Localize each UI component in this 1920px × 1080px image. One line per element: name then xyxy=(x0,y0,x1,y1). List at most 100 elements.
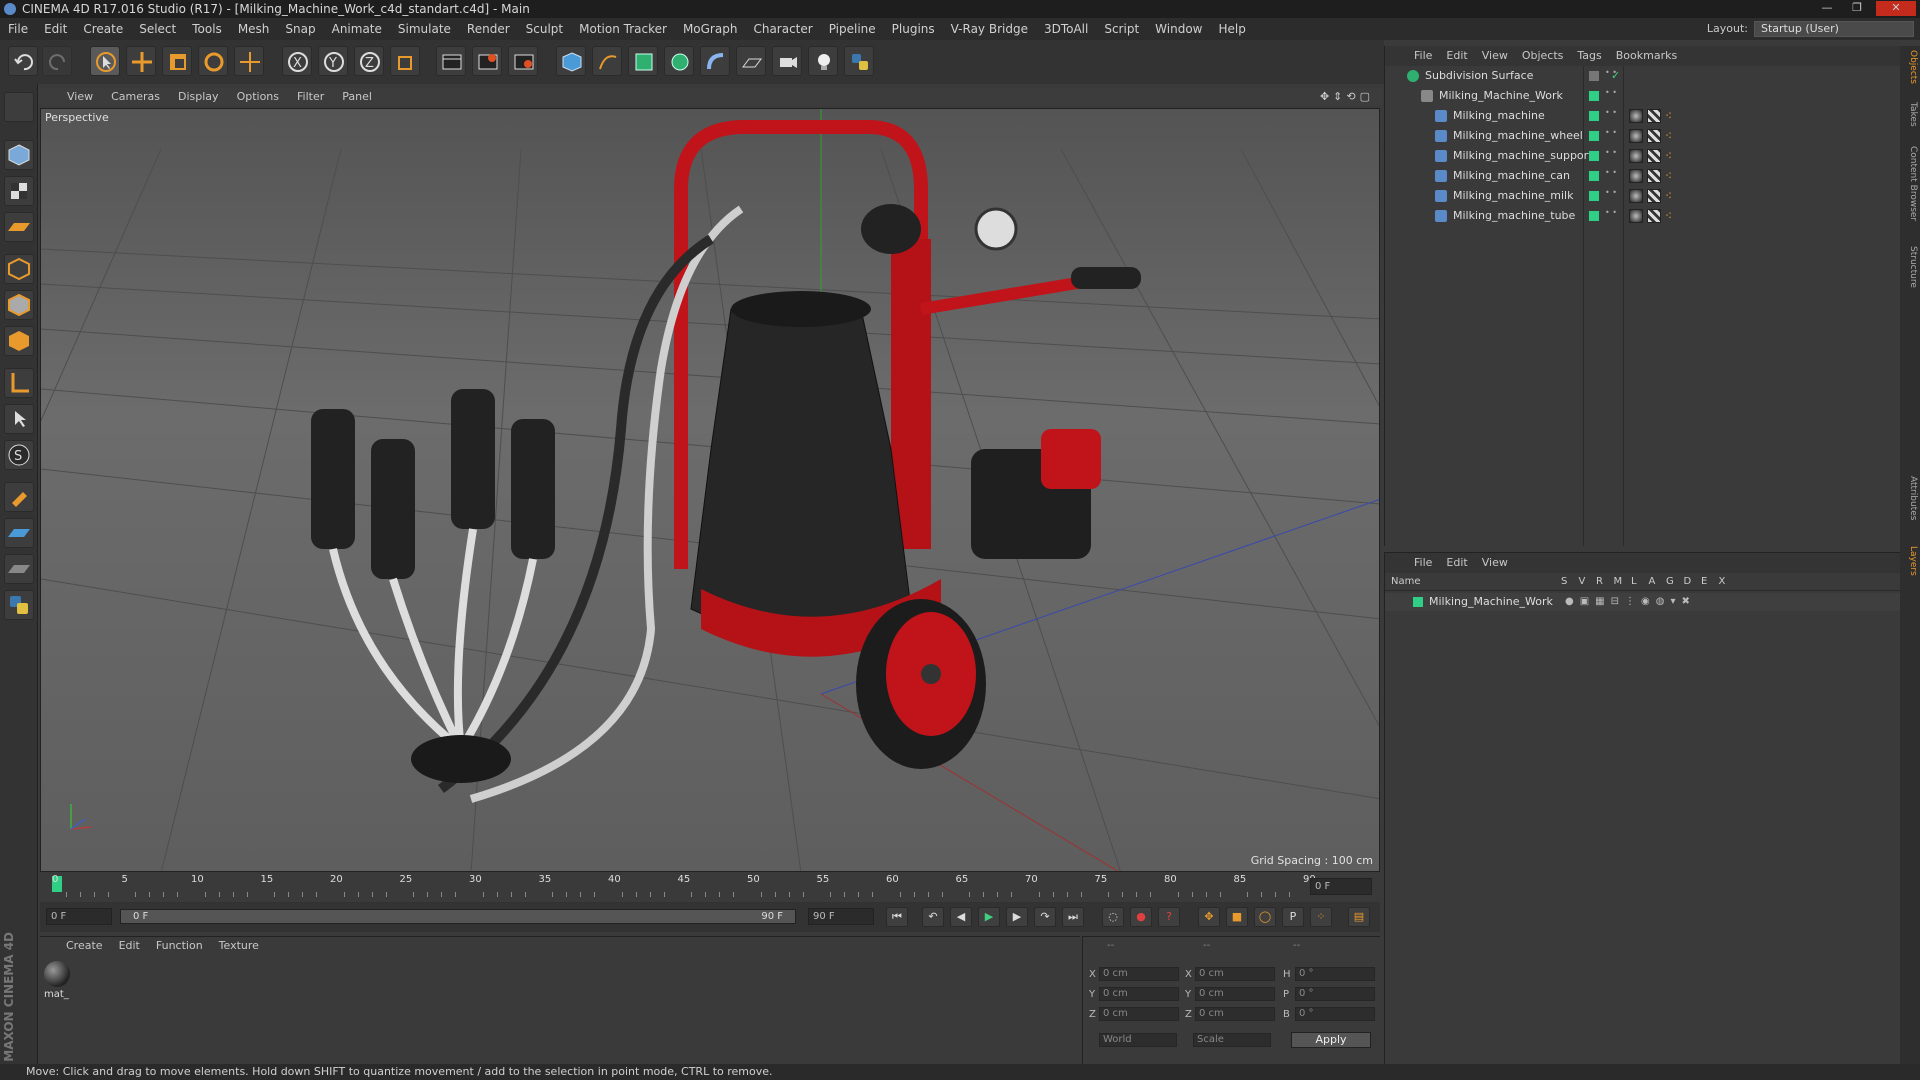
layers-column-m[interactable]: M xyxy=(1614,576,1623,587)
end-frame-field[interactable]: 90 F xyxy=(808,908,874,925)
play-icon[interactable]: ▶ xyxy=(978,907,1000,927)
texture-tag-icon[interactable] xyxy=(1647,169,1661,183)
redo-icon[interactable] xyxy=(42,46,72,76)
menu-snap[interactable]: Snap xyxy=(277,18,323,40)
model-mode-icon[interactable] xyxy=(4,140,34,170)
enable-axis-icon[interactable] xyxy=(4,368,34,398)
object-row[interactable]: Milking_machine_wheel • • ⁖ xyxy=(1385,126,1901,146)
workplane-icon[interactable] xyxy=(4,212,34,242)
key-param-icon[interactable]: P xyxy=(1282,907,1304,927)
layers-column-e[interactable]: E xyxy=(1701,576,1707,587)
objects-menu-view[interactable]: View xyxy=(1475,46,1515,66)
uvw-tag-icon[interactable]: ⁖ xyxy=(1665,106,1672,126)
visibility-toggle-icon[interactable]: • • xyxy=(1605,209,1617,217)
y-axis-lock-icon[interactable]: Y xyxy=(318,46,348,76)
coord-rot-p-field[interactable]: 0 ° xyxy=(1295,987,1375,1001)
material-tag-icon[interactable] xyxy=(1629,189,1643,203)
visibility-toggle-icon[interactable]: • • xyxy=(1605,149,1617,157)
material-menu-create[interactable]: Create xyxy=(58,937,111,955)
layers-column-r[interactable]: R xyxy=(1596,576,1603,587)
objects-menu-edit[interactable]: Edit xyxy=(1439,46,1474,66)
polygons-mode-icon[interactable] xyxy=(4,326,34,356)
coord-pos-x-field[interactable]: 0 cm xyxy=(1099,967,1179,981)
visibility-toggle-icon[interactable]: • • xyxy=(1605,169,1617,177)
layer-color-swatch[interactable] xyxy=(1589,151,1599,161)
coord-rot-b-field[interactable]: 0 ° xyxy=(1295,1007,1375,1021)
coord-world-dropdown[interactable]: World xyxy=(1099,1033,1177,1047)
object-row[interactable]: Milking_machine_can • • ⁖ xyxy=(1385,166,1901,186)
material-tag-icon[interactable] xyxy=(1629,109,1643,123)
key-position-icon[interactable]: ✥ xyxy=(1198,907,1220,927)
layers-column-a[interactable]: A xyxy=(1649,576,1656,587)
layers-column-g[interactable]: G xyxy=(1666,576,1674,587)
timeline-layout-icon[interactable]: ▤ xyxy=(1348,907,1370,927)
object-row[interactable]: Milking_Machine_Work • • xyxy=(1385,86,1901,106)
current-frame-field[interactable]: 0 F xyxy=(1310,878,1372,895)
material-tag-icon[interactable] xyxy=(1629,129,1643,143)
coord-size-y-field[interactable]: 0 cm xyxy=(1195,987,1275,1001)
layer-color-swatch[interactable] xyxy=(1589,191,1599,201)
edges-mode-icon[interactable] xyxy=(4,290,34,320)
python-script-icon[interactable] xyxy=(4,590,34,620)
deformer-icon[interactable] xyxy=(700,46,730,76)
objects-menu-file[interactable]: File xyxy=(1407,46,1439,66)
menu-select[interactable]: Select xyxy=(131,18,184,40)
coord-size-x-field[interactable]: 0 cm xyxy=(1195,967,1275,981)
layer-color-swatch[interactable] xyxy=(1589,131,1599,141)
right-tab-structure[interactable]: Structure xyxy=(1902,246,1918,288)
menu-pipeline[interactable]: Pipeline xyxy=(821,18,884,40)
menu-3dtoall[interactable]: 3DToAll xyxy=(1036,18,1096,40)
material-tag-icon[interactable] xyxy=(1629,149,1643,163)
object-row[interactable]: Milking_machine_tube • • ⁖ xyxy=(1385,206,1901,226)
layer-color-swatch[interactable] xyxy=(1589,71,1599,81)
texture-tag-icon[interactable] xyxy=(1647,129,1661,143)
key-scale-icon[interactable]: ■ xyxy=(1226,907,1248,927)
layers-menu-file[interactable]: File xyxy=(1407,553,1439,573)
render-settings-icon[interactable] xyxy=(508,46,538,76)
menu-help[interactable]: Help xyxy=(1210,18,1253,40)
move-tool-icon[interactable] xyxy=(126,46,156,76)
coord-pos-z-field[interactable]: 0 cm xyxy=(1099,1007,1179,1021)
layers-menu-view[interactable]: View xyxy=(1475,553,1515,573)
menu-animate[interactable]: Animate xyxy=(324,18,390,40)
key-help-icon[interactable]: ? xyxy=(1158,907,1180,927)
floor-icon[interactable] xyxy=(736,46,766,76)
object-row[interactable]: Milking_machine • • ⁖ xyxy=(1385,106,1901,126)
material-menu-texture[interactable]: Texture xyxy=(211,937,267,955)
points-mode-icon[interactable] xyxy=(4,254,34,284)
make-editable-icon[interactable] xyxy=(4,92,34,122)
key-rotation-icon[interactable]: ◯ xyxy=(1254,907,1276,927)
material-tag-icon[interactable] xyxy=(1629,169,1643,183)
x-axis-lock-icon[interactable]: X xyxy=(282,46,312,76)
viewport-menu-cameras[interactable]: Cameras xyxy=(102,88,169,106)
coord-pos-y-field[interactable]: 0 cm xyxy=(1099,987,1179,1001)
visibility-toggle-icon[interactable]: • • xyxy=(1605,89,1617,97)
layers-column-s[interactable]: S xyxy=(1561,576,1567,587)
menu-render[interactable]: Render xyxy=(459,18,518,40)
layer-row[interactable]: Milking_Machine_Work ●▣▦⊟⋮◉◍▾✖ xyxy=(1385,593,1901,611)
texture-tag-icon[interactable] xyxy=(1647,189,1661,203)
texture-tag-icon[interactable] xyxy=(1647,149,1661,163)
layer-toggle-icons[interactable]: ●▣▦⊟⋮◉◍▾✖ xyxy=(1565,593,1696,611)
menu-sculpt[interactable]: Sculpt xyxy=(518,18,571,40)
close-button[interactable]: ✕ xyxy=(1876,1,1916,16)
layers-column-l[interactable]: L xyxy=(1631,576,1637,587)
material-menu-function[interactable]: Function xyxy=(148,937,211,955)
layers-column-d[interactable]: D xyxy=(1684,576,1692,587)
right-tab-content-browser[interactable]: Content Browser xyxy=(1902,146,1918,221)
material-menu-edit[interactable]: Edit xyxy=(111,937,148,955)
key-points-icon[interactable]: ⁘ xyxy=(1310,907,1332,927)
array-generator-icon[interactable] xyxy=(664,46,694,76)
object-row[interactable]: Milking_machine_milk • • ⁖ xyxy=(1385,186,1901,206)
tweak-mode-icon[interactable] xyxy=(4,404,34,434)
subdivision-surface-icon[interactable] xyxy=(628,46,658,76)
spline-pen-icon[interactable] xyxy=(592,46,622,76)
viewport-menu-display[interactable]: Display xyxy=(169,88,228,106)
coord-apply-button[interactable]: Apply xyxy=(1291,1032,1371,1048)
viewport-menu-filter[interactable]: Filter xyxy=(288,88,333,106)
uvw-tag-icon[interactable]: ⁖ xyxy=(1665,146,1672,166)
layers-column-name[interactable]: Name xyxy=(1391,576,1421,587)
rotate-tool-icon[interactable] xyxy=(198,46,228,76)
uvw-tag-icon[interactable]: ⁖ xyxy=(1665,206,1672,226)
timeline-ruler[interactable]: 051015202530354045505560657075808590 0 F xyxy=(40,874,1380,900)
